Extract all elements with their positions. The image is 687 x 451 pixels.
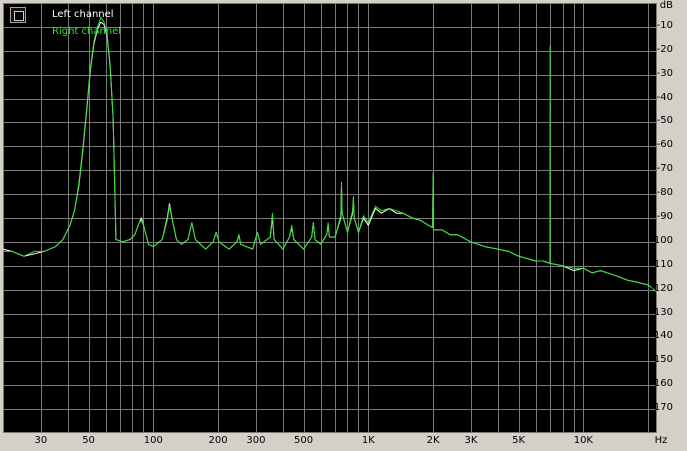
y-tick-label: -60 [656,139,673,151]
y-tick-label: -150 [650,354,673,366]
x-tick-label: 300 [246,435,266,446]
y-tick-label: -30 [656,67,673,79]
spectrum-analyzer-panel: -10 -20 -30 -40 -50 -60 -70 -80 -90 -100 -110 -120 -… [0,0,687,451]
y-tick-label: -80 [656,187,673,199]
x-tick-label: 5K [512,435,526,446]
x-tick-label: 30 [34,435,48,446]
x-tick-label: 3K [464,435,478,446]
y-tick-label: -20 [656,43,673,55]
x-tick-label: 10K [573,435,593,446]
x-tick-label: 200 [208,435,228,446]
y-tick-label: -90 [656,211,673,222]
y-tick-label: -40 [656,91,673,103]
x-axis-unit: Hz [654,435,668,446]
y-tick-label: -160 [650,378,673,390]
x-tick-label: 100 [143,435,163,446]
y-tick-label: -10 [656,19,673,31]
frequency-response-chart [2,3,658,433]
y-tick-label: -50 [656,115,673,127]
y-tick-label: -110 [650,258,673,270]
x-tick-label: 50 [82,435,95,446]
x-tick-label: 1K [361,435,375,446]
x-tick-label: 500 [294,435,314,446]
y-tick-label: -170 [650,402,673,414]
legend-label-left: Left channel [52,9,114,20]
y-tick-label: -120 [650,282,673,294]
legend-label-right: Right channel [52,26,122,37]
y-tick-label: -140 [650,330,673,342]
y-axis-unit: dB [659,0,673,11]
x-tick-label: 2K [426,435,440,446]
y-tick-label: -130 [650,306,673,318]
y-tick-label: -100 [650,234,673,246]
y-tick-label: -70 [656,163,673,175]
channel-toggle-icon[interactable] [10,7,26,23]
